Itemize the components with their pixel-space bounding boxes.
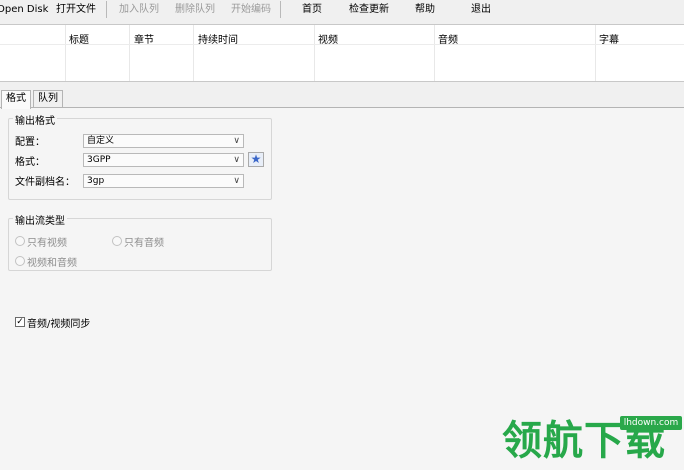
format-select-value: 3GPP (87, 155, 111, 165)
toolbar-separator (280, 1, 281, 18)
video-audio-radio[interactable] (15, 256, 25, 266)
start-encode-button[interactable]: 开始编码 (231, 2, 271, 18)
watermark-url: lhdown.com (620, 416, 682, 430)
home-button[interactable]: 首页 (302, 2, 322, 18)
audio-only-radio[interactable] (112, 236, 122, 246)
remove-queue-button[interactable]: 删除队列 (175, 2, 215, 18)
checkmark-icon: ✓ (16, 317, 24, 327)
column-header-duration[interactable]: 持续时间 (198, 31, 238, 46)
chevron-down-icon: ∨ (233, 155, 240, 165)
format-label: 格式： (15, 157, 45, 168)
column-divider (65, 25, 66, 81)
chevron-down-icon: ∨ (233, 136, 240, 146)
stream-type-group-title: 输出流类型 (13, 212, 67, 227)
column-header-audio[interactable]: 音频 (438, 31, 458, 46)
open-file-button[interactable]: 打开文件 (56, 2, 96, 18)
extension-label: 文件副档名： (15, 177, 75, 188)
av-sync-checkbox[interactable]: ✓ (15, 317, 25, 327)
open-disk-button[interactable]: Open Disk (0, 2, 48, 18)
config-select[interactable]: 自定义 ∨ (83, 134, 244, 148)
column-header-video[interactable]: 视频 (318, 31, 338, 46)
format-select[interactable]: 3GPP ∨ (83, 153, 244, 167)
star-icon: ★ (250, 152, 262, 166)
header-divider (0, 44, 684, 45)
column-divider (314, 25, 315, 81)
add-queue-button[interactable]: 加入队列 (119, 2, 159, 18)
config-label: 配置： (15, 137, 45, 148)
toolbar: Open Disk 打开文件 加入队列 删除队列 开始编码 首页 检查更新 帮助… (0, 0, 684, 22)
video-audio-label: 视频和音频 (27, 258, 77, 269)
av-sync-label: 音频/视频同步 (27, 319, 91, 330)
video-only-label: 只有视频 (27, 238, 67, 249)
column-divider (193, 25, 194, 81)
favorite-star-button[interactable]: ★ (248, 152, 264, 167)
video-only-radio[interactable] (15, 236, 25, 246)
exit-button[interactable]: 退出 (471, 2, 491, 18)
help-button[interactable]: 帮助 (415, 2, 435, 18)
column-divider (595, 25, 596, 81)
column-divider (129, 25, 130, 81)
audio-only-label: 只有音频 (124, 238, 164, 249)
column-header-subtitle[interactable]: 字幕 (599, 31, 619, 46)
check-update-button[interactable]: 检查更新 (349, 2, 389, 18)
column-header-chapter[interactable]: 章节 (134, 31, 154, 46)
tab-format[interactable]: 格式 (1, 90, 31, 109)
column-header-title[interactable]: 标题 (69, 31, 89, 46)
column-divider (434, 25, 435, 81)
extension-select[interactable]: 3gp ∨ (83, 174, 244, 188)
title-table[interactable]: 标题 章节 持续时间 视频 音频 字幕 (0, 24, 684, 82)
config-select-value: 自定义 (87, 136, 115, 146)
chevron-down-icon: ∨ (233, 176, 240, 186)
extension-select-value: 3gp (87, 176, 105, 186)
toolbar-separator (106, 1, 107, 18)
output-format-group-title: 输出格式 (13, 112, 57, 127)
tab-queue[interactable]: 队列 (33, 90, 63, 108)
